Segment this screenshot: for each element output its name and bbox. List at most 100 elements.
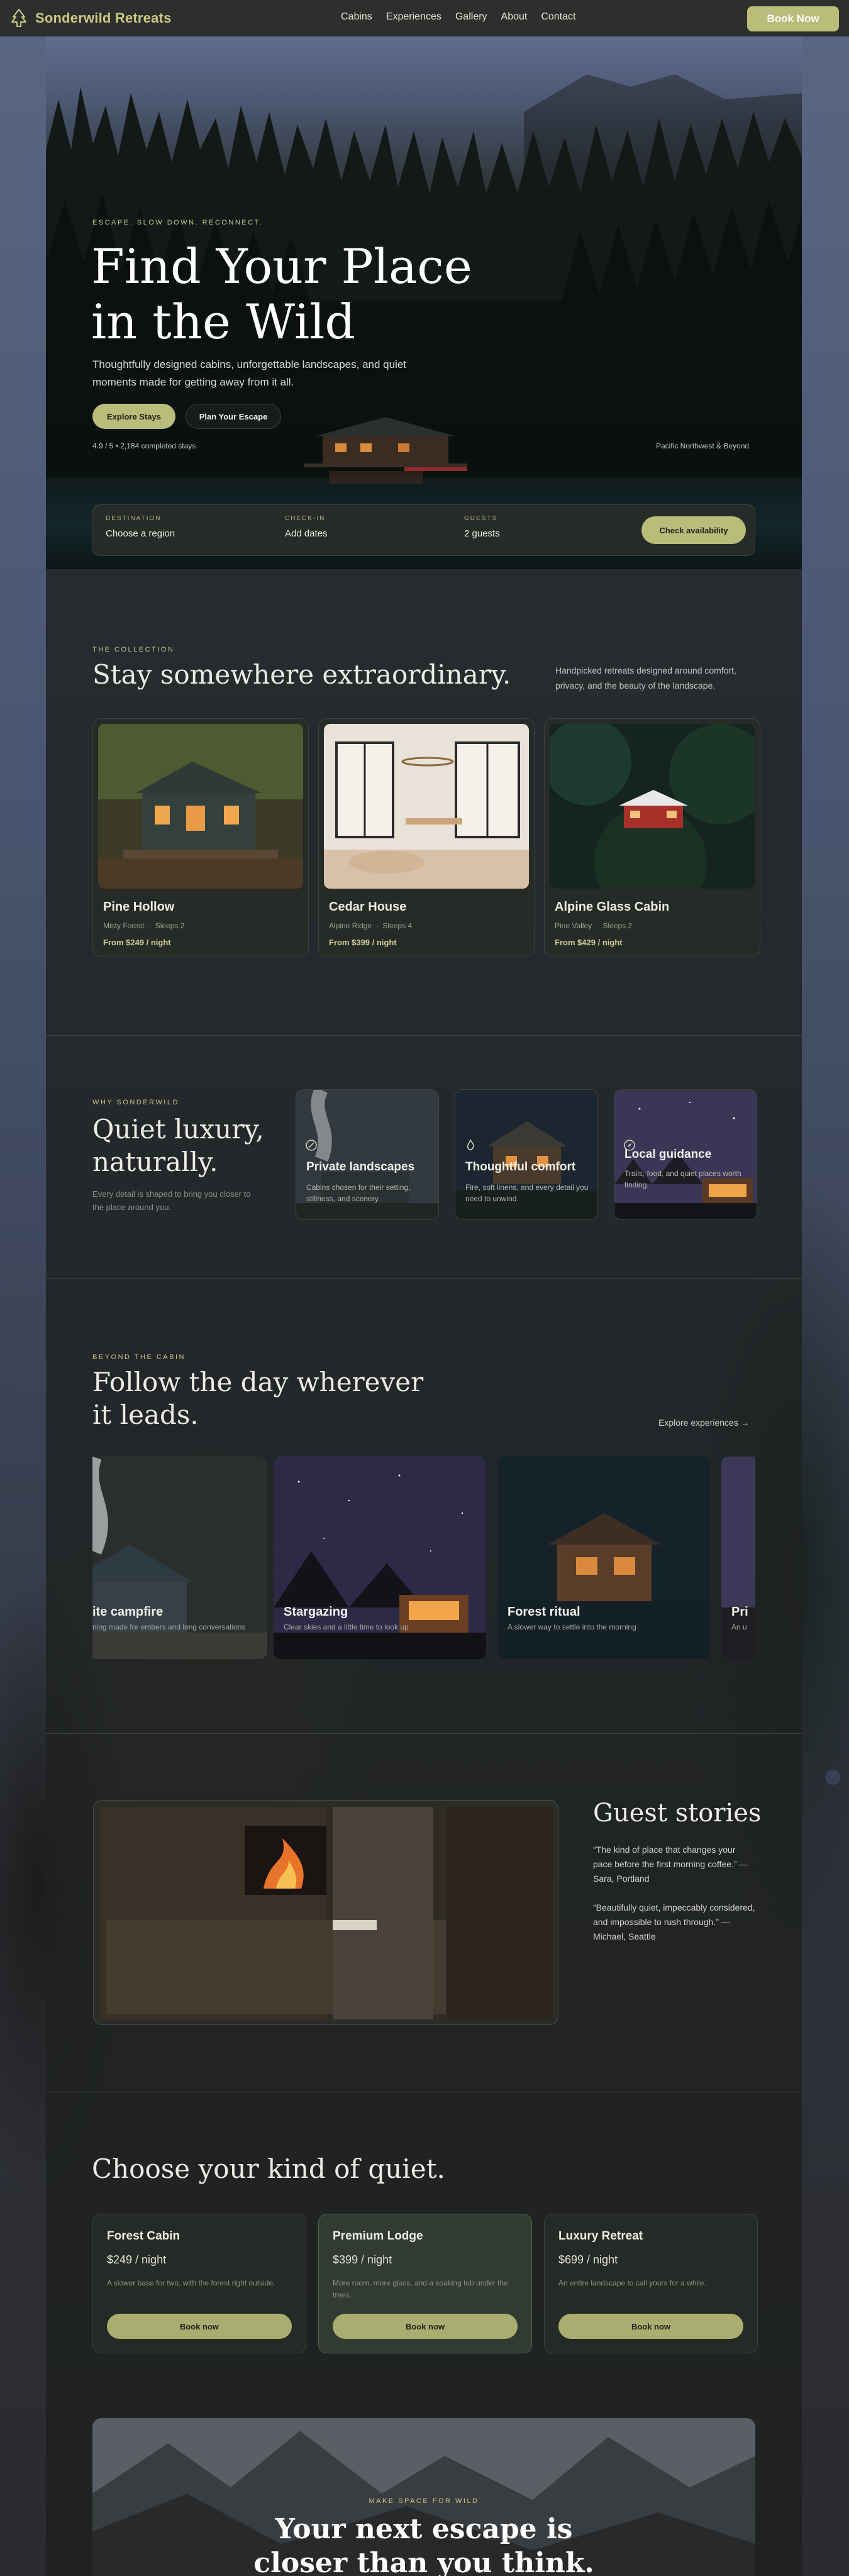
plan-desc: A slower base for two, with the forest r…: [107, 2279, 275, 2287]
feature-card-thoughtful-comfort: Thoughtful comfort Fire, soft linens, an…: [455, 1089, 598, 1220]
stories-title: Guest stories: [593, 1799, 762, 1828]
nav-link-contact[interactable]: Contact: [541, 11, 575, 23]
guests-label: GUESTS: [464, 515, 498, 522]
cabin-card-cedar-house[interactable]: Cedar House Alpine Ridge · Sleeps 4 From…: [318, 718, 535, 957]
cabin-meta: Misty Forest · Sleeps 2: [103, 921, 185, 930]
plan-price: $249 / night: [107, 2253, 167, 2266]
cabin-price: From $249 / night: [103, 938, 171, 947]
plan-escape-button[interactable]: Plan Your Escape: [186, 404, 281, 429]
plan-desc: An entire landscape to call yours for a …: [558, 2279, 706, 2287]
explore-experiences-link[interactable]: Explore experiences →: [658, 1418, 750, 1428]
destination-field[interactable]: DESTINATION Choose a region: [106, 515, 175, 539]
brand-name: Sonderwild Retreats: [35, 10, 172, 26]
book-now-button[interactable]: Book Now: [747, 6, 839, 31]
nav-link-gallery[interactable]: Gallery: [455, 11, 487, 23]
hero-title: Find Your Place in the Wild: [91, 239, 531, 350]
fireplace-image: [100, 1807, 553, 2019]
collection-title: Stay somewhere extraordinary.: [92, 659, 511, 690]
check-availability-button[interactable]: Check availability: [641, 516, 746, 544]
pricing-title: Choose your kind of quiet.: [92, 2153, 445, 2184]
collection-eyebrow: THE COLLECTION: [92, 646, 175, 653]
why-eyebrow: WHY SONDERWILD: [92, 1099, 179, 1106]
pine-tree-icon: [11, 9, 26, 27]
hero-title-line1: Find Your Place: [91, 238, 472, 294]
experiences-eyebrow: BEYOND THE CABIN: [92, 1353, 186, 1361]
experience-desc: ning made for embers and long conversati…: [92, 1623, 246, 1631]
plan-card-forest-cabin: Forest Cabin $249 / night A slower base …: [92, 2214, 306, 2353]
availability-search-bar: DESTINATION Choose a region CHECK-IN Add…: [92, 504, 755, 556]
section-divider: [46, 1035, 802, 1036]
top-nav: Sonderwild Retreats Cabins Experiences G…: [0, 0, 849, 36]
experience-card-partial[interactable]: Pri An u: [721, 1457, 755, 1659]
cabin-location: Pine Valley: [555, 921, 592, 930]
plan-book-button[interactable]: Book now: [107, 2314, 292, 2339]
guests-field[interactable]: GUESTS 2 guests: [464, 515, 500, 539]
cabin-sleeps: Sleeps 4: [382, 921, 413, 930]
why-title: Quiet luxury, naturally.: [92, 1114, 264, 1177]
feature-desc: Fire, soft linens, and every detail you …: [465, 1183, 589, 1203]
hero-eyebrow: ESCAPE. SLOW DOWN. RECONNECT.: [92, 219, 264, 226]
nav-link-about[interactable]: About: [501, 11, 528, 23]
experiences-title: Follow the day wherever it leads.: [92, 1367, 424, 1430]
guests-value: 2 guests: [464, 528, 500, 539]
experience-card-forest-ritual[interactable]: Forest ritual A slower way to settle int…: [497, 1457, 710, 1659]
brand-logo[interactable]: Sonderwild Retreats: [9, 8, 172, 28]
plan-card-premium-lodge: Premium Lodge $399 / night More room, mo…: [318, 2214, 532, 2353]
plan-book-button[interactable]: Book now: [333, 2314, 518, 2339]
feature-desc: Trails, food, and quiet places worth fin…: [624, 1169, 741, 1189]
explore-stays-button[interactable]: Explore Stays: [92, 404, 175, 429]
feature-title: Local guidance: [624, 1148, 712, 1161]
flame-icon: [467, 1139, 474, 1150]
experience-desc: Clear skies and a little time to look up: [284, 1623, 409, 1631]
feature-title: Private landscapes: [306, 1160, 415, 1174]
destination-label: DESTINATION: [106, 515, 162, 522]
section-divider: [46, 1733, 802, 1734]
feature-title: Thoughtful comfort: [465, 1160, 576, 1174]
pine-hollow-image: [98, 724, 303, 889]
plan-desc: More room, more glass, and a soaking tub…: [333, 2279, 508, 2299]
cabin-meta: Alpine Ridge · Sleeps 4: [329, 921, 413, 930]
checkin-field[interactable]: CHECK-IN Add dates: [285, 515, 328, 539]
cabin-location: Misty Forest: [103, 921, 145, 930]
nav-link-cabins[interactable]: Cabins: [341, 11, 372, 23]
hero-subtitle: Thoughtfully designed cabins, unforgetta…: [92, 358, 407, 388]
collection-description: Handpicked retreats designed around comf…: [555, 665, 736, 691]
cabin-price: From $399 / night: [329, 938, 397, 947]
experience-name: Stargazing: [284, 1605, 348, 1619]
plan-book-button[interactable]: Book now: [558, 2314, 743, 2339]
experience-desc: An u: [731, 1623, 747, 1631]
checkin-label: CHECK-IN: [285, 515, 326, 522]
experience-name: Forest ritual: [508, 1605, 580, 1619]
cta-eyebrow: MAKE SPACE FOR WILD: [369, 2497, 479, 2505]
alpine-glass-cabin-image: [550, 724, 755, 889]
why-description: Every detail is shaped to bring you clos…: [92, 1189, 251, 1212]
experience-card-campfire[interactable]: ite campfire ning made for embers and lo…: [92, 1457, 267, 1659]
scroll-helper-icon[interactable]: [825, 1770, 840, 1785]
experience-card-stargazing[interactable]: Stargazing Clear skies and a little time…: [274, 1457, 486, 1659]
nav-link-experiences[interactable]: Experiences: [386, 11, 441, 23]
experience-desc: A slower way to settle into the morning: [508, 1623, 636, 1631]
nav-links: Cabins Experiences Gallery About Contact: [341, 11, 576, 23]
cabin-card-pine-hollow[interactable]: Pine Hollow Misty Forest · Sleeps 2 From…: [92, 718, 309, 957]
feature-card-private-landscapes: Private landscapes Cabins chosen for the…: [296, 1089, 439, 1220]
feature-desc: Cabins chosen for their setting, stillne…: [306, 1183, 411, 1203]
experience-name: Pri: [731, 1605, 748, 1619]
cabin-card-alpine-glass[interactable]: Alpine Glass Cabin Pine Valley · Sleeps …: [544, 718, 760, 957]
cedar-house-image: [324, 724, 529, 889]
experiences-carousel[interactable]: ite campfire ning made for embers and lo…: [92, 1457, 755, 1659]
fireplace-image-frame: [93, 1800, 558, 2025]
cta-title-line2: closer than you think.: [253, 2547, 594, 2576]
hero-region: Pacific Northwest & Beyond: [656, 441, 750, 450]
cta-title: Your next escape is closer than you thin…: [92, 2512, 755, 2576]
hero-stats: 4.9 / 5 • 2,184 completed stays: [92, 441, 196, 450]
hero-title-line2: in the Wild: [91, 294, 356, 350]
plan-card-luxury-retreat: Luxury Retreat $699 / night An entire la…: [544, 2214, 758, 2353]
plan-name: Forest Cabin: [107, 2229, 180, 2243]
cabin-name: Alpine Glass Cabin: [555, 900, 670, 914]
cabin-sleeps: Sleeps 2: [155, 921, 185, 930]
cabin-location: Alpine Ridge: [329, 921, 372, 930]
cabin-price: From $429 / night: [555, 938, 623, 947]
guest-quote: “Beautifully quiet, impeccably considere…: [593, 1902, 755, 1941]
final-cta-section: MAKE SPACE FOR WILD Your next escape is …: [92, 2418, 755, 2576]
leaf-icon: [306, 1140, 317, 1151]
